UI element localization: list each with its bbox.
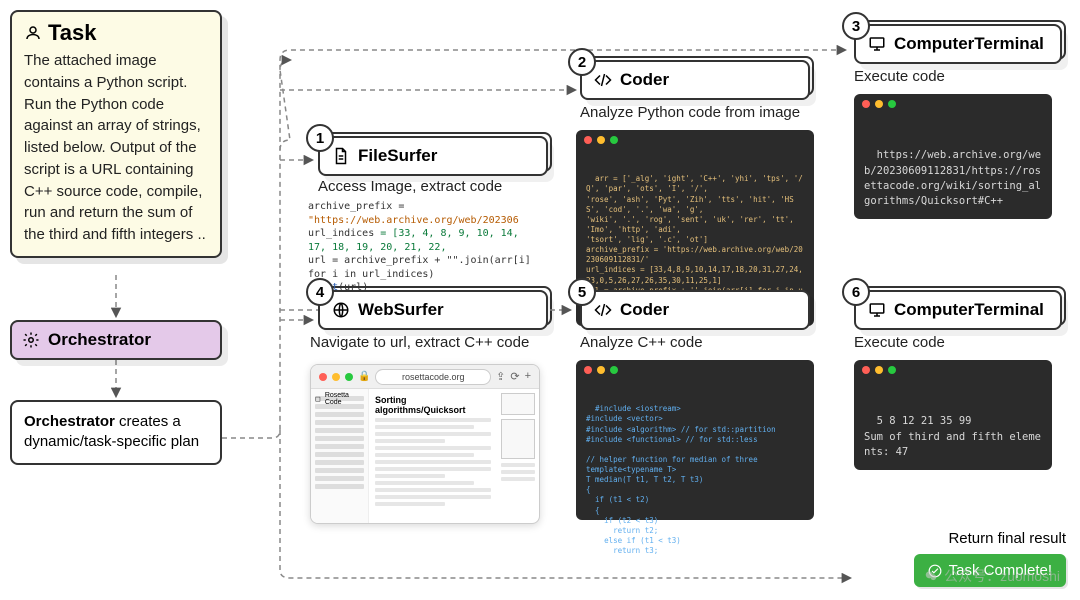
agent-title-2: Coder bbox=[620, 70, 669, 90]
agent-coder-2: 5 Coder bbox=[580, 290, 810, 330]
agent-terminal-2: 6 ComputerTerminal bbox=[854, 290, 1062, 330]
terminal-output-5: #include <iostream> #include <vector> #i… bbox=[576, 360, 814, 520]
agent-filesurfer: 1 FileSurfer bbox=[318, 136, 548, 176]
caption-4: Navigate to url, extract C++ code bbox=[310, 334, 529, 351]
user-icon bbox=[24, 24, 42, 42]
agent-terminal-1: 3 ComputerTerminal bbox=[854, 24, 1062, 64]
plan-card: Orchestrator creates a dynamic/task-spec… bbox=[10, 400, 222, 465]
step-badge-3: 3 bbox=[842, 12, 870, 40]
browser-page-title: Sorting algorithms/Quicksort bbox=[375, 395, 491, 415]
agent-title-4: WebSurfer bbox=[358, 300, 444, 320]
agent-coder-1: 2 Coder bbox=[580, 60, 810, 100]
orchestrator-card: Orchestrator bbox=[10, 320, 222, 360]
gear-icon bbox=[22, 331, 40, 349]
agent-title-5: Coder bbox=[620, 300, 669, 320]
task-body: The attached image contains a Python scr… bbox=[24, 50, 208, 246]
return-result-label: Return final result bbox=[948, 530, 1066, 547]
step-badge-2: 2 bbox=[568, 48, 596, 76]
watermark: 公众号：zuomoshi bbox=[924, 566, 1060, 586]
monitor-icon bbox=[868, 35, 886, 53]
caption-3: Execute code bbox=[854, 68, 945, 85]
browser-mock: 🔒 rosettacode.org ⇪⟳+ ◻Rosetta Code Sort… bbox=[310, 364, 540, 524]
agent-title-6: ComputerTerminal bbox=[894, 300, 1044, 320]
plan-text-bold: Orchestrator bbox=[24, 413, 115, 430]
refresh-icon: ⟳ bbox=[510, 370, 519, 383]
orchestrator-label: Orchestrator bbox=[48, 330, 151, 350]
caption-5: Analyze C++ code bbox=[580, 334, 703, 351]
step-badge-5: 5 bbox=[568, 278, 596, 306]
terminal-output-6: 5 8 12 21 35 99 Sum of third and fifth e… bbox=[854, 360, 1052, 470]
globe-icon bbox=[332, 301, 350, 319]
step-badge-6: 6 bbox=[842, 278, 870, 306]
code-icon bbox=[594, 301, 612, 319]
monitor-icon bbox=[868, 301, 886, 319]
browser-url: rosettacode.org bbox=[375, 369, 491, 385]
caption-1: Access Image, extract code bbox=[318, 178, 502, 195]
caption-6: Execute code bbox=[854, 334, 945, 351]
step-badge-1: 1 bbox=[306, 124, 334, 152]
file-icon bbox=[332, 147, 350, 165]
code-icon bbox=[594, 71, 612, 89]
terminal-output-3: https://web.archive.org/web/202306091128… bbox=[854, 94, 1052, 219]
filesurfer-code: archive_prefix = "https://web.archive.or… bbox=[308, 200, 538, 295]
agent-websurfer: 4 WebSurfer bbox=[318, 290, 548, 330]
plus-icon: + bbox=[525, 370, 531, 383]
task-card: Task The attached image contains a Pytho… bbox=[10, 10, 222, 258]
wechat-icon bbox=[924, 569, 938, 583]
caption-2: Analyze Python code from image bbox=[580, 104, 800, 121]
task-title: Task bbox=[48, 20, 97, 46]
step-badge-4: 4 bbox=[306, 278, 334, 306]
agent-title-1: FileSurfer bbox=[358, 146, 437, 166]
lock-icon: 🔒 bbox=[358, 371, 370, 382]
share-icon: ⇪ bbox=[496, 370, 505, 383]
agent-title-3: ComputerTerminal bbox=[894, 34, 1044, 54]
